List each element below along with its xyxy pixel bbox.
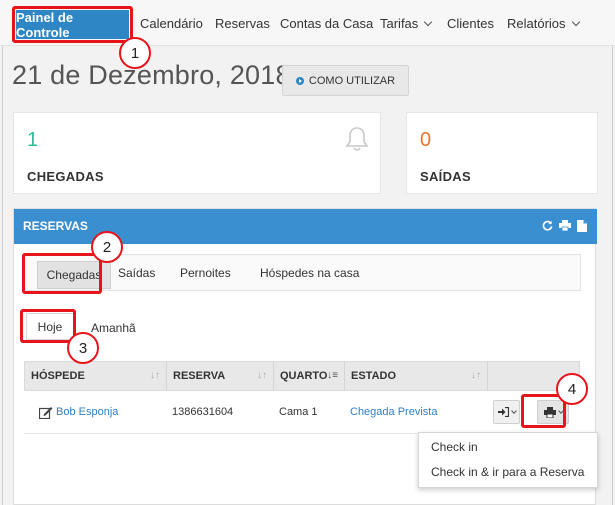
room-name: Cama 1 — [279, 406, 318, 418]
arrivals-count: 1 — [27, 129, 39, 151]
sort-icon: ↓↑ — [257, 370, 267, 381]
callout-number-4: 4 — [556, 373, 588, 405]
print-dropdown-menu: Check in Check in & ir para a Reserva — [418, 432, 598, 488]
column-room[interactable]: QUARTO ↓≡ — [274, 362, 345, 390]
column-status[interactable]: ESTADO ↓↑ — [345, 362, 488, 390]
nav-house-accounts-label: Contas da Casa — [280, 16, 374, 31]
column-guest[interactable]: HÓSPEDE ↓↑ — [25, 362, 167, 390]
guest-name-link[interactable]: Bob Esponja — [56, 406, 118, 418]
checkin-action-button[interactable] — [493, 400, 520, 424]
nav-clients-label: Clientes — [447, 16, 494, 31]
nav-house-accounts[interactable]: Contas da Casa — [280, 16, 373, 31]
column-guest-label: HÓSPEDE — [31, 370, 85, 382]
menu-item-checkin[interactable]: Check in — [431, 440, 478, 454]
help-button[interactable]: COMO UTILIZAR — [282, 65, 409, 96]
panel-toolbar — [542, 220, 587, 232]
departures-count: 0 — [420, 129, 432, 151]
nav-clients[interactable]: Clientes — [447, 16, 494, 31]
table-header: HÓSPEDE ↓↑ RESERVA ↓↑ QUARTO ↓≡ ESTADO ↓↑ — [24, 361, 580, 391]
arrivals-label: CHEGADAS — [27, 169, 104, 184]
panel-title: RESERVAS — [23, 219, 88, 233]
departures-card: 0 SAÍDAS — [406, 112, 598, 194]
bell-icon — [345, 127, 369, 151]
nav-reports-label: Relatórios — [507, 16, 566, 31]
callout-box-1 — [12, 6, 133, 43]
document-icon[interactable] — [577, 220, 587, 232]
callout-number-3: 3 — [67, 332, 99, 364]
sort-icon: ↓↑ — [150, 370, 160, 381]
nav-reservations[interactable]: Reservas — [215, 16, 270, 31]
status-link[interactable]: Chegada Prevista — [350, 406, 437, 418]
page-title-date: 21 de Dezembro, 2018 — [12, 60, 291, 90]
play-icon — [295, 76, 304, 85]
callout-box-2 — [22, 253, 102, 294]
menu-item-checkin-go-reservation[interactable]: Check in & ir para a Reserva — [431, 465, 584, 479]
tab-departures[interactable]: Saídas — [118, 266, 155, 280]
callout-box-3 — [20, 309, 76, 343]
column-status-label: ESTADO — [351, 370, 397, 382]
edit-icon[interactable] — [39, 406, 53, 419]
help-button-label: COMO UTILIZAR — [308, 74, 396, 87]
column-reservation[interactable]: RESERVA ↓↑ — [167, 362, 274, 390]
nav-reports[interactable]: Relatórios — [507, 16, 580, 31]
reservation-number: 1386631604 — [172, 406, 234, 418]
sort-active-icon: ↓≡ — [327, 370, 338, 381]
chevron-down-icon — [424, 17, 433, 26]
departures-label: SAÍDAS — [420, 169, 471, 184]
column-reservation-label: RESERVA — [173, 370, 226, 382]
table-row: Bob Esponja 1386631604 Cama 1 Chegada Pr… — [24, 391, 580, 434]
print-icon[interactable] — [559, 220, 571, 231]
nav-calendar[interactable]: Calendário — [140, 16, 203, 31]
sort-icon: ↓↑ — [471, 370, 481, 381]
column-room-label: QUARTO — [280, 370, 328, 382]
arrivals-card: 1 CHEGADAS — [13, 112, 381, 194]
subtab-tomorrow[interactable]: Amanhã — [91, 321, 136, 335]
chevron-down-icon — [510, 408, 517, 414]
tab-overnights[interactable]: Pernoites — [180, 266, 231, 280]
callout-number-2: 2 — [91, 231, 123, 263]
sign-in-icon — [497, 407, 509, 417]
nav-rates-label: Tarifas — [380, 16, 419, 31]
tab-guests-in-house[interactable]: Hóspedes na casa — [260, 266, 359, 280]
nav-reservations-label: Reservas — [215, 16, 270, 31]
nav-rates[interactable]: Tarifas — [380, 16, 433, 31]
chevron-down-icon — [571, 17, 580, 26]
nav-calendar-label: Calendário — [140, 16, 203, 31]
refresh-icon[interactable] — [542, 220, 553, 231]
